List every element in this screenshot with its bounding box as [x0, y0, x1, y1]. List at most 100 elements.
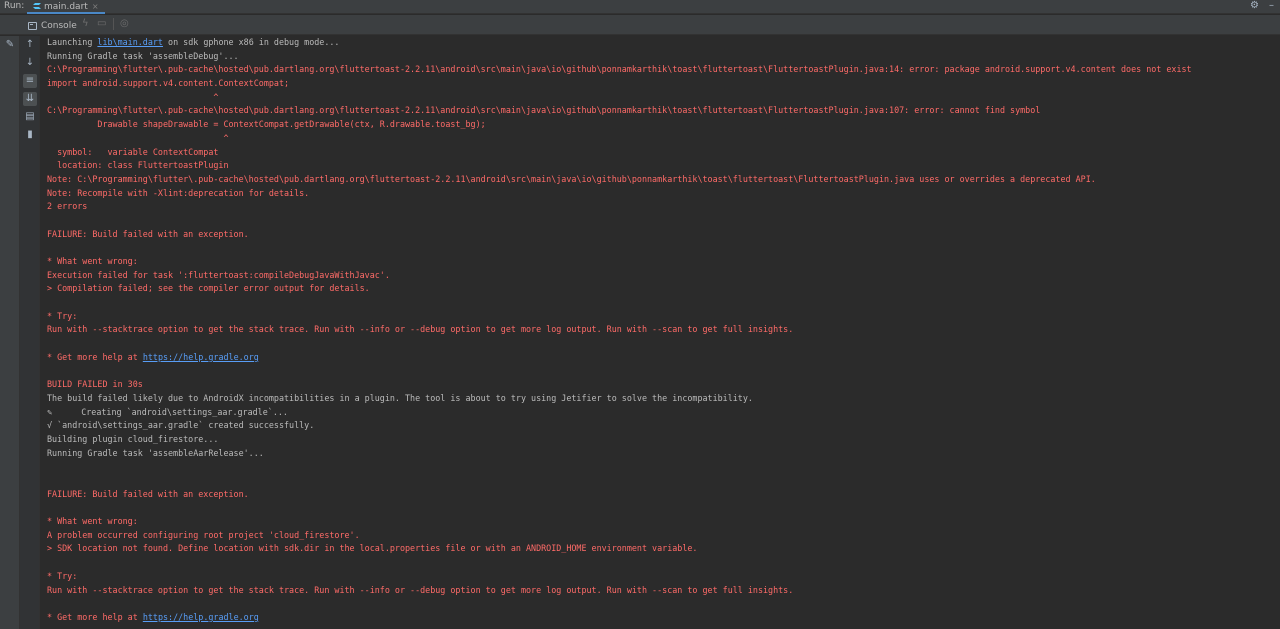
console-line: The build failed likely due to AndroidX … [47, 392, 1273, 406]
console-text: * Get more help at [47, 351, 143, 362]
console-icon [28, 21, 37, 30]
scroll-to-end-icon[interactable]: ⇊ [23, 92, 37, 106]
console-line: ^ [47, 132, 1273, 146]
console-toolbar: Console ϟ ▭ ◎ [0, 15, 1280, 35]
console-line: * Get more help at https://help.gradle.o… [47, 351, 1273, 365]
minimize-icon[interactable]: – [1269, 0, 1274, 11]
console-line: * What went wrong: [47, 255, 1273, 269]
console-text: Run with --stacktrace option to get the … [47, 324, 794, 335]
console-output[interactable]: Launching lib\main.dart on sdk gphone x8… [47, 36, 1273, 629]
tab-label: main.dart [44, 1, 88, 12]
console-line: > SDK location not found. Define locatio… [47, 542, 1273, 556]
stop-circle-icon[interactable]: ◎ [120, 18, 129, 29]
console-text: C:\Programming\flutter\.pub-cache\hosted… [47, 105, 1041, 116]
console-line: A problem occurred configuring root proj… [47, 529, 1273, 543]
console-text: Creating `android\settings_aar.gradle`..… [56, 406, 288, 417]
toolbar-divider [113, 18, 114, 30]
pin-icon[interactable]: ✎ [3, 38, 17, 52]
chat-icon[interactable]: ▭ [97, 18, 106, 29]
console-text: * Try: [47, 570, 78, 581]
console-text: > SDK location not found. Define locatio… [47, 543, 698, 554]
console-line: * Get more help at https://help.gradle.o… [47, 611, 1273, 625]
console-line: * Try: [47, 310, 1273, 324]
console-line: location: class FluttertoastPlugin [47, 159, 1273, 173]
console-line: Drawable shapeDrawable = ContextCompat.g… [47, 118, 1273, 132]
console-text: Running Gradle task 'assembleDebug'... [47, 50, 239, 61]
console-link[interactable]: https://help.gradle.org [143, 612, 259, 622]
console-text: BUILD FAILED in 30s [47, 379, 143, 390]
console-line: ^ [47, 91, 1273, 105]
trash-icon[interactable]: ▮ [23, 128, 37, 142]
console-text: √ `android\settings_aar.gradle` created … [47, 420, 315, 431]
flutter-icon [33, 3, 40, 11]
console-text: Drawable shapeDrawable = ContextCompat.g… [47, 119, 486, 130]
console-link[interactable]: lib\main.dart [97, 37, 163, 47]
console-line: Note: Recompile with -Xlint:deprecation … [47, 187, 1273, 201]
gear-icon[interactable]: ⚙ [1250, 0, 1259, 11]
console-text: ^ [47, 132, 229, 143]
console-text: * Try: [47, 310, 78, 321]
console-line: Running Gradle task 'assembleAarRelease'… [47, 447, 1273, 461]
console-text: A problem occurred configuring root proj… [47, 529, 360, 540]
console-line: Launching lib\main.dart on sdk gphone x8… [47, 36, 1273, 50]
console-line: ✎ Creating `android\settings_aar.gradle`… [47, 406, 1273, 420]
console-text: FAILURE: Build failed with an exception. [47, 228, 249, 239]
console-text: location: class FluttertoastPlugin [47, 160, 229, 171]
console-line: Running Gradle task 'assembleDebug'... [47, 50, 1273, 64]
lightning-icon[interactable]: ϟ [82, 18, 89, 29]
console-line: symbol: variable ContextCompat [47, 146, 1273, 160]
run-tool-window-header: Run: main.dart × ⚙ – [0, 0, 1280, 14]
console-text: import android.support.v4.content.Contex… [47, 78, 290, 89]
console-text: * What went wrong: [47, 256, 138, 266]
console-text: * Get more help at [47, 611, 143, 622]
console-text: Run with --stacktrace option to get the … [47, 584, 794, 595]
pencil-icon: ✎ [47, 406, 53, 417]
arrow-up-icon[interactable]: ↑ [23, 38, 37, 52]
console-line: * What went wrong: [47, 515, 1273, 529]
close-tab-icon[interactable]: × [92, 2, 99, 11]
console-line: import android.support.v4.content.Contex… [47, 77, 1273, 91]
soft-wrap-icon[interactable]: ≡ [23, 74, 37, 88]
console-text: 2 errors [47, 201, 88, 212]
console-text: The build failed likely due to AndroidX … [47, 392, 753, 403]
tab-console[interactable]: Console [28, 18, 77, 33]
console-tab-label: Console [41, 20, 77, 31]
console-text: ^ [47, 91, 219, 102]
console-link[interactable]: https://help.gradle.org [143, 352, 259, 362]
console-text: Launching [47, 37, 98, 47]
console-text: * What went wrong: [47, 516, 138, 527]
console-line: Run with --stacktrace option to get the … [47, 323, 1273, 337]
print-icon[interactable]: ▤ [23, 110, 37, 124]
console-line: √ `android\settings_aar.gradle` created … [47, 419, 1273, 433]
console-text: FAILURE: Build failed with an exception. [47, 488, 249, 499]
run-label: Run: [4, 1, 25, 11]
console-line: Note: C:\Programming\flutter\.pub-cache\… [47, 173, 1273, 187]
console-line: 2 errors [47, 200, 1273, 214]
console-line: * Try: [47, 570, 1273, 584]
console-text: symbol: variable ContextCompat [47, 146, 219, 157]
console-line: C:\Programming\flutter\.pub-cache\hosted… [47, 63, 1273, 77]
console-text: > Compilation failed; see the compiler e… [47, 283, 370, 294]
console-line: Run with --stacktrace option to get the … [47, 584, 1273, 598]
console-line: BUILD FAILED in 30s [47, 378, 1273, 392]
console-text: Execution failed for task ':fluttertoast… [47, 269, 390, 280]
console-text: Building plugin cloud_firestore... [47, 433, 219, 444]
console-line: FAILURE: Build failed with an exception. [47, 488, 1273, 502]
arrow-down-icon[interactable]: ↓ [23, 56, 37, 70]
tab-main-dart[interactable]: main.dart × [27, 0, 105, 14]
console-text: Running Gradle task 'assembleAarRelease'… [47, 447, 264, 458]
left-tool-strip: ✎ [0, 36, 20, 629]
console-line: Execution failed for task ':fluttertoast… [47, 269, 1273, 283]
console-text: Note: Recompile with -Xlint:deprecation … [47, 187, 310, 198]
console-text: Note: C:\Programming\flutter\.pub-cache\… [47, 173, 1096, 184]
